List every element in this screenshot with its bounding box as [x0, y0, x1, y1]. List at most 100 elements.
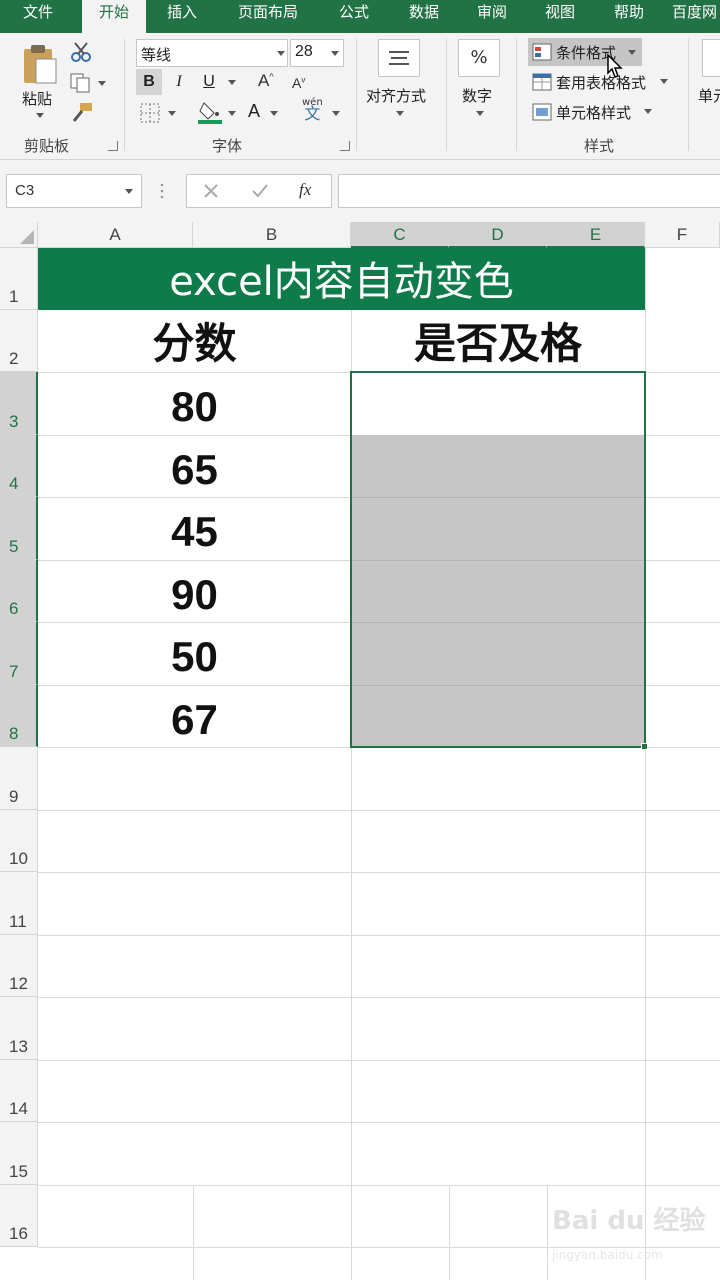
divider [516, 39, 517, 151]
alignment-icon[interactable] [378, 39, 420, 77]
tab-home[interactable]: 开始 [82, 0, 146, 33]
divider [688, 39, 689, 151]
score-cell[interactable]: 67 [38, 685, 351, 747]
column-header-d[interactable]: D [449, 222, 547, 248]
row-header-2[interactable]: 2 [0, 310, 38, 372]
gridline [449, 1185, 450, 1280]
row-header-12[interactable]: 12 [0, 935, 38, 997]
font-group-label: 字体 [212, 137, 243, 155]
border-dropdown-icon[interactable] [168, 111, 176, 116]
tab-baidu[interactable]: 百度网 [672, 0, 720, 33]
number-button-label[interactable]: 数字 [462, 85, 492, 106]
name-box[interactable]: C3 [6, 174, 142, 208]
pass-header-cell[interactable]: 是否及格 [351, 310, 645, 372]
paste-icon[interactable] [22, 43, 58, 89]
cancel-icon[interactable] [203, 183, 219, 203]
tab-page-layout[interactable]: 页面布局 [226, 0, 310, 33]
score-cell[interactable]: 80 [38, 372, 351, 434]
row-header-8[interactable]: 8 [0, 685, 38, 747]
alignment-dropdown-icon[interactable] [396, 111, 404, 116]
row-header-14[interactable]: 14 [0, 1060, 38, 1122]
gridline [38, 872, 720, 873]
score-header-cell[interactable]: 分数 [38, 310, 351, 372]
font-color-icon[interactable]: A [248, 101, 260, 122]
row-header-5[interactable]: 5 [0, 497, 38, 560]
fill-color-dropdown-icon[interactable] [228, 111, 236, 116]
fill-color-icon[interactable] [198, 99, 222, 129]
column-header-a[interactable]: A [38, 222, 193, 248]
score-cell[interactable]: 90 [38, 560, 351, 622]
copy-dropdown-icon[interactable] [98, 81, 106, 86]
paste-dropdown-icon[interactable] [36, 113, 44, 118]
row-header-1[interactable]: 1 [0, 248, 38, 310]
column-header-f[interactable]: F [645, 222, 720, 248]
cut-icon[interactable] [70, 41, 92, 67]
tab-data[interactable]: 数据 [396, 0, 452, 33]
score-cell[interactable]: 65 [38, 435, 351, 497]
row-header-3[interactable]: 3 [0, 372, 38, 435]
row-header-9[interactable]: 9 [0, 747, 38, 810]
row-header-16[interactable]: 16 [0, 1185, 38, 1247]
row-header-7[interactable]: 7 [0, 622, 38, 685]
number-dropdown-icon[interactable] [476, 111, 484, 116]
format-as-table-button[interactable]: 套用表格格式 [528, 69, 678, 95]
cells-icon[interactable] [702, 39, 720, 77]
score-cell[interactable]: 45 [38, 497, 351, 559]
row-header-15[interactable]: 15 [0, 1122, 38, 1185]
confirm-icon[interactable] [251, 183, 269, 203]
cell-styles-button[interactable]: 单元格样式 [528, 99, 668, 125]
tab-view[interactable]: 视图 [532, 0, 588, 33]
divider [446, 39, 447, 151]
copy-icon[interactable] [70, 73, 92, 97]
conditional-format-button[interactable]: 条件格式 [528, 38, 642, 66]
decrease-font-icon[interactable]: Av [292, 75, 305, 91]
clipboard-launcher-icon[interactable] [108, 141, 118, 151]
phonetic-icon[interactable]: wén 文 [302, 97, 323, 123]
italic-button[interactable]: I [166, 69, 192, 95]
tab-formulas[interactable]: 公式 [326, 0, 382, 33]
tab-file[interactable]: 文件 [8, 0, 68, 33]
alignment-button-label[interactable]: 对齐方式 [366, 85, 426, 106]
column-header-c[interactable]: C [351, 222, 449, 248]
row-header-4[interactable]: 4 [0, 435, 38, 497]
format-painter-icon[interactable] [70, 101, 94, 127]
ribbon-tab-bar: 文件 开始 插入 页面布局 公式 数据 审阅 视图 帮助 百度网 [0, 0, 720, 33]
tab-help[interactable]: 帮助 [600, 0, 658, 33]
bold-button[interactable]: B [136, 69, 162, 95]
cell-style-icon [532, 103, 552, 121]
ribbon-home: 粘贴 剪贴板 等线 28 B I U A^ Av A wén 文 字体 对齐方式… [0, 33, 720, 160]
tab-review[interactable]: 审阅 [466, 0, 518, 33]
paste-label[interactable]: 粘贴 [22, 88, 52, 109]
row-header-13[interactable]: 13 [0, 997, 38, 1060]
underline-dropdown-icon[interactable] [228, 80, 236, 85]
row-header-6[interactable]: 6 [0, 560, 38, 622]
chevron-down-icon[interactable] [125, 189, 133, 194]
font-name-select[interactable]: 等线 [136, 39, 288, 67]
merged-title-cell[interactable]: excel内容自动变色 [38, 248, 645, 310]
insert-function-icon[interactable]: fx [299, 180, 311, 200]
baidu-watermark-url: jingyan.baidu.com [552, 1248, 663, 1262]
font-size-select[interactable]: 28 [290, 39, 344, 67]
border-icon[interactable] [140, 103, 160, 127]
row-header-10[interactable]: 10 [0, 810, 38, 872]
formula-bar-grip-icon[interactable] [160, 180, 164, 202]
chevron-down-icon [644, 109, 652, 114]
row-header-11[interactable]: 11 [0, 872, 38, 935]
chevron-down-icon [331, 51, 339, 56]
select-all-corner[interactable] [0, 222, 38, 248]
cells-button-label[interactable]: 单元 [698, 85, 720, 106]
number-format-icon[interactable]: % [458, 39, 500, 77]
column-header-e[interactable]: E [547, 222, 645, 248]
font-color-dropdown-icon[interactable] [270, 111, 278, 116]
phonetic-dropdown-icon[interactable] [332, 111, 340, 116]
increase-font-icon[interactable]: A^ [258, 71, 274, 91]
fill-handle[interactable] [641, 743, 648, 750]
formula-input[interactable] [338, 174, 720, 208]
score-cell[interactable]: 50 [38, 622, 351, 684]
phonetic-char: 文 [304, 104, 321, 123]
column-header-b[interactable]: B [193, 222, 351, 248]
underline-button[interactable]: U [196, 69, 222, 95]
baidu-watermark: Bai du 经验 [552, 1206, 706, 1236]
font-launcher-icon[interactable] [340, 141, 350, 151]
tab-insert[interactable]: 插入 [152, 0, 212, 33]
